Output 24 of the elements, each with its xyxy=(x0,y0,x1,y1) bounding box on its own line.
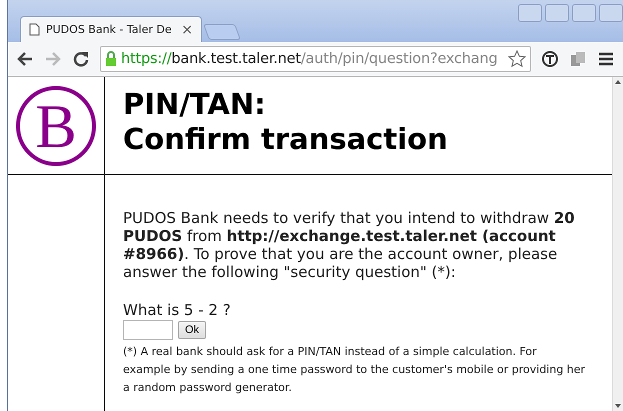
reload-icon[interactable] xyxy=(72,50,90,68)
address-bar[interactable]: https://bank.test.taler.net/auth/pin/question?exchang xyxy=(100,46,531,72)
message-text: PUDOS Bank needs to verify that you intend to withdraw 20 PUDOS from http://exchange.test.taler.net (account #8966). To prove that you are the account owner, please answer the following "security question" (*): xyxy=(123,209,576,281)
new-tab-button[interactable] xyxy=(203,24,241,40)
page-icon xyxy=(29,23,40,36)
page-heading: PIN/TAN: Confirm transaction xyxy=(123,87,449,157)
footnote-text: (*) A real bank should ask for a PIN/TAN instead of a simple calculation. For example by sending a one time password to the customer's mobile or providing her a random password generator. xyxy=(123,344,586,396)
browser-tab[interactable]: PUDOS Bank - Taler De × xyxy=(20,16,202,42)
close-icon[interactable]: × xyxy=(181,22,193,38)
extension-icon[interactable] xyxy=(541,50,559,68)
question-label: What is 5 - 2 ? xyxy=(123,301,232,319)
forward-icon[interactable] xyxy=(44,50,62,68)
maximize-button[interactable] xyxy=(572,4,596,22)
back-icon[interactable] xyxy=(16,50,34,68)
menu-icon[interactable] xyxy=(597,50,615,68)
url-text: https://bank.test.taler.net/auth/pin/question?exchang xyxy=(121,51,498,67)
bank-logo: B xyxy=(15,84,97,166)
answer-field[interactable] xyxy=(123,320,173,340)
user-button[interactable] xyxy=(518,4,542,22)
close-button[interactable] xyxy=(599,4,623,22)
star-icon[interactable] xyxy=(508,50,526,68)
ok-button[interactable]: Ok xyxy=(178,321,206,339)
minimize-button[interactable] xyxy=(545,4,569,22)
tab-title: PUDOS Bank - Taler De xyxy=(46,23,173,36)
